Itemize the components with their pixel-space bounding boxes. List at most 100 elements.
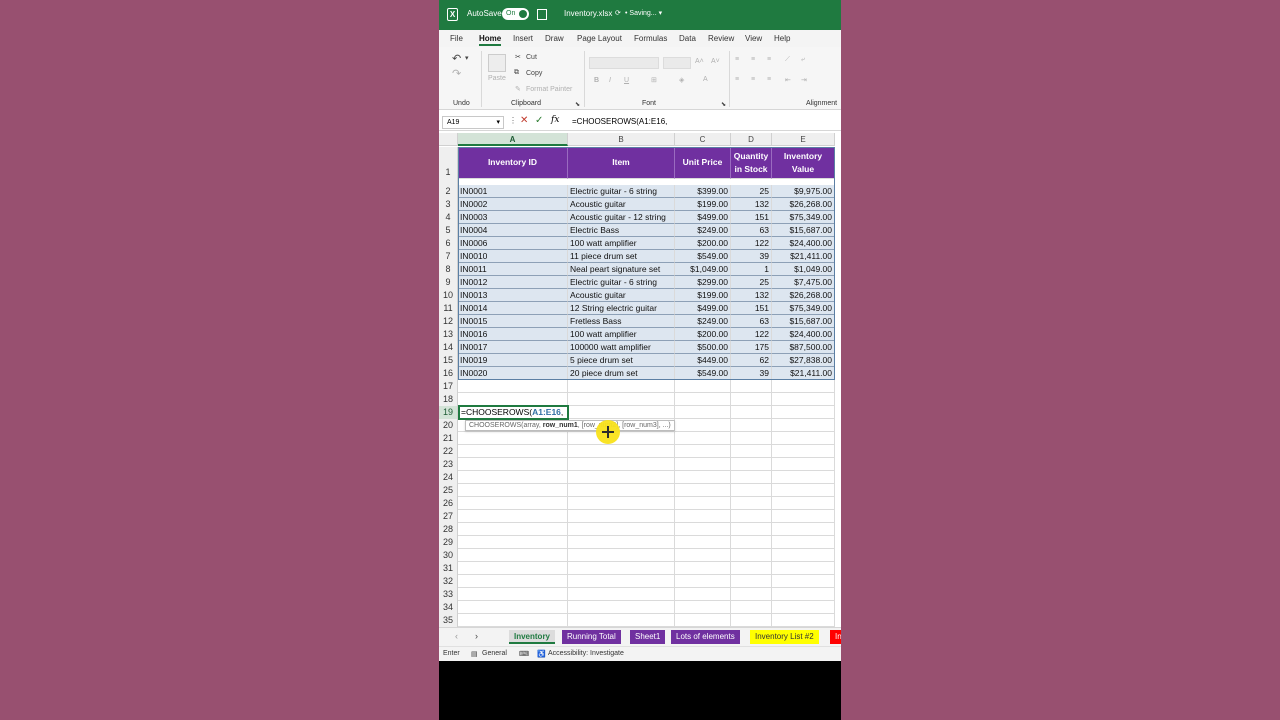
table-cell[interactable]: 175: [731, 341, 772, 354]
table-cell[interactable]: $549.00: [675, 367, 731, 380]
table-cell[interactable]: $1,049.00: [772, 263, 835, 276]
row-header[interactable]: 22: [439, 445, 458, 458]
align-top-icon[interactable]: ≡: [735, 56, 739, 63]
row-header[interactable]: 7: [439, 250, 458, 263]
table-cell[interactable]: $249.00: [675, 315, 731, 328]
table-cell[interactable]: 62: [731, 354, 772, 367]
grid-cell[interactable]: [675, 445, 731, 458]
grid-cell[interactable]: [772, 393, 835, 406]
table-cell[interactable]: 151: [731, 302, 772, 315]
row-header[interactable]: 28: [439, 523, 458, 536]
grid-cell[interactable]: [458, 497, 568, 510]
table-cell[interactable]: IN0010: [458, 250, 568, 263]
grid-cell[interactable]: [731, 458, 772, 471]
grid-cell[interactable]: [568, 380, 675, 393]
table-cell[interactable]: 25: [731, 276, 772, 289]
grid-cell[interactable]: [458, 458, 568, 471]
grid-cell[interactable]: [772, 471, 835, 484]
active-cell-a19[interactable]: =CHOOSEROWS(A1:E16,: [458, 405, 569, 420]
grid-cell[interactable]: [458, 484, 568, 497]
borders-icon[interactable]: ⊞: [651, 76, 657, 84]
table-cell[interactable]: 11 piece drum set: [568, 250, 675, 263]
grid-cell[interactable]: [568, 588, 675, 601]
table-header-cell[interactable]: Item: [568, 147, 675, 179]
sheet-tab[interactable]: Sheet1: [630, 630, 666, 644]
increase-indent-icon[interactable]: ⇥: [801, 76, 807, 84]
grid-cell[interactable]: [458, 523, 568, 536]
paste-icon[interactable]: [488, 54, 506, 72]
grid-cell[interactable]: [731, 523, 772, 536]
table-cell[interactable]: $24,400.00: [772, 328, 835, 341]
table-cell[interactable]: IN0004: [458, 224, 568, 237]
table-cell[interactable]: 100000 watt amplifier: [568, 341, 675, 354]
grid-cell[interactable]: [675, 588, 731, 601]
table-cell[interactable]: Acoustic guitar: [568, 198, 675, 211]
table-header-cell[interactable]: Inventory Value: [772, 147, 835, 179]
grid-cell[interactable]: [675, 549, 731, 562]
grid-cell[interactable]: [458, 575, 568, 588]
table-cell[interactable]: 63: [731, 224, 772, 237]
next-sheet-icon[interactable]: ›: [475, 631, 478, 641]
table-cell[interactable]: 100 watt amplifier: [568, 328, 675, 341]
grid-cell[interactable]: [731, 445, 772, 458]
grid-cell[interactable]: [568, 575, 675, 588]
grid-cell[interactable]: [568, 510, 675, 523]
worksheet-grid[interactable]: A B C D E 1 2 3 4 5 6 7 8 9 10 11 12 13 14 15 16 17 18 19 20 21 22…: [439, 133, 841, 627]
insert-function-icon[interactable]: fx: [551, 115, 559, 125]
row-header[interactable]: 3: [439, 198, 458, 211]
table-cell[interactable]: $75,349.00: [772, 211, 835, 224]
table-cell[interactable]: $7,475.00: [772, 276, 835, 289]
sheet-tab[interactable]: Inventory: [509, 630, 556, 644]
row-header[interactable]: 21: [439, 432, 458, 445]
table-cell[interactable]: 100 watt amplifier: [568, 237, 675, 250]
row-header[interactable]: 23: [439, 458, 458, 471]
grid-cell[interactable]: [675, 575, 731, 588]
table-cell[interactable]: 63: [731, 315, 772, 328]
decrease-font-icon[interactable]: A˅: [711, 58, 720, 65]
table-cell[interactable]: IN0020: [458, 367, 568, 380]
paste-button[interactable]: Paste: [488, 75, 506, 82]
grid-cell[interactable]: [458, 562, 568, 575]
row-header[interactable]: 26: [439, 497, 458, 510]
table-cell[interactable]: $299.00: [675, 276, 731, 289]
table-cell[interactable]: $21,411.00: [772, 367, 835, 380]
row-header[interactable]: 9: [439, 276, 458, 289]
format-painter-button[interactable]: Format Painter: [526, 86, 572, 93]
grid-cell[interactable]: [568, 549, 675, 562]
copy-icon[interactable]: ⧉: [514, 69, 519, 77]
align-center-icon[interactable]: ≡: [751, 76, 755, 83]
align-bottom-icon[interactable]: ≡: [767, 56, 771, 63]
undo-icon[interactable]: ↶: [452, 52, 461, 65]
grid-cell[interactable]: [731, 575, 772, 588]
row-header[interactable]: 17: [439, 380, 458, 393]
orientation-icon[interactable]: ⟋: [785, 56, 790, 64]
row-header[interactable]: 27: [439, 510, 458, 523]
underline-button[interactable]: U: [624, 77, 629, 84]
grid-cell[interactable]: [458, 510, 568, 523]
row-header[interactable]: 14: [439, 341, 458, 354]
cut-button[interactable]: Cut: [526, 54, 537, 61]
table-cell[interactable]: IN0006: [458, 237, 568, 250]
tab-page-layout[interactable]: Page Layout: [577, 34, 622, 43]
table-cell[interactable]: Neal peart signature set: [568, 263, 675, 276]
table-cell[interactable]: $500.00: [675, 341, 731, 354]
grid-cell[interactable]: [458, 601, 568, 614]
column-header-a[interactable]: A: [458, 133, 568, 146]
formula-input[interactable]: =CHOOSEROWS(A1:E16,: [572, 117, 667, 126]
grid-cell[interactable]: [675, 614, 731, 627]
grid-cell[interactable]: [772, 432, 835, 445]
table-cell[interactable]: Acoustic guitar - 12 string: [568, 211, 675, 224]
grid-cell[interactable]: [772, 445, 835, 458]
accessibility-icon[interactable]: ♿: [537, 650, 546, 658]
row-header[interactable]: 8: [439, 263, 458, 276]
font-launcher-icon[interactable]: ⬊: [721, 101, 726, 108]
sheet-tab[interactable]: Running Total: [562, 630, 621, 644]
row-header[interactable]: 16: [439, 367, 458, 380]
table-cell[interactable]: Electric Bass: [568, 224, 675, 237]
row-header[interactable]: 2: [439, 185, 458, 198]
grid-cell[interactable]: [772, 380, 835, 393]
tab-data[interactable]: Data: [679, 34, 696, 43]
font-name-select[interactable]: [589, 57, 659, 69]
grid-cell[interactable]: [731, 562, 772, 575]
table-cell[interactable]: 122: [731, 237, 772, 250]
